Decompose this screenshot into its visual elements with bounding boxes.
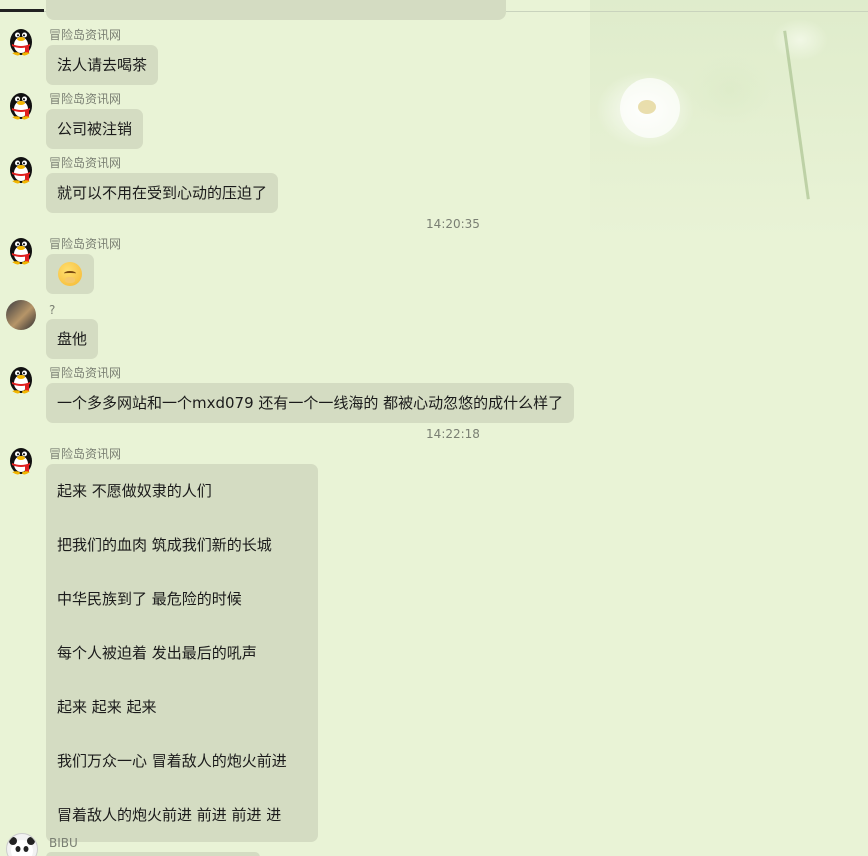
message-line: 我们万众一心 冒着敌人的炮火前进 [57, 752, 287, 770]
sender-name: 冒险岛资讯网 [49, 237, 122, 251]
sender-name: 冒险岛资讯网 [49, 28, 122, 42]
message-bubble-partial [46, 0, 506, 20]
sender-name: 冒险岛资讯网 [49, 447, 122, 461]
message-line: 每个人被迫着 发出最后的吼声 [57, 644, 257, 662]
message-line: 起来 不愿做奴隶的人们 [57, 482, 212, 500]
message-line: 冒着敌人的炮火前进 前进 前进 进 [57, 806, 282, 824]
worried-face-emoji-icon [58, 262, 82, 286]
chat-background-art [590, 0, 868, 240]
timestamp: 14:22:18 [426, 427, 480, 441]
sender-name: 冒险岛资讯网 [49, 156, 122, 170]
qq-penguin-icon[interactable] [6, 154, 36, 184]
message-bubble[interactable]: 公司被注销 [46, 109, 144, 149]
qq-penguin-icon[interactable] [6, 90, 36, 120]
flower-decoration [620, 78, 680, 138]
qq-penguin-icon[interactable] [6, 364, 36, 394]
message-bubble[interactable]: 一个多多网站和一个mxd079 还有一个一线海的 都被心动忽悠的成什么样了 [46, 383, 575, 423]
user-avatar-photo[interactable] [6, 300, 36, 330]
message-bubble[interactable]: 法人请去喝茶 [46, 45, 159, 85]
sender-name: ? [49, 303, 56, 317]
qq-penguin-icon[interactable] [6, 26, 36, 56]
qq-penguin-icon[interactable] [6, 445, 36, 475]
message-line: 起来 起来 起来 [57, 698, 157, 716]
message-bubble[interactable] [46, 852, 260, 856]
sender-name: 冒险岛资讯网 [49, 366, 122, 380]
timestamp: 14:20:35 [426, 217, 480, 231]
message-bubble[interactable]: 盘他 [46, 319, 99, 359]
active-tab-indicator [0, 9, 44, 12]
message-bubble-multiline[interactable]: 起来 不愿做奴隶的人们 把我们的血肉 筑成我们新的长城 中华民族到了 最危险的时… [46, 464, 318, 842]
user-avatar-panda[interactable] [6, 833, 38, 856]
message-line: 把我们的血肉 筑成我们新的长城 [57, 536, 272, 554]
stem-decoration [783, 30, 810, 200]
message-line: 中华民族到了 最危险的时候 [57, 590, 242, 608]
sender-name: 冒险岛资讯网 [49, 92, 122, 106]
message-bubble[interactable]: 就可以不用在受到心动的压迫了 [46, 173, 279, 213]
message-bubble-emoji[interactable] [46, 254, 94, 294]
sender-name: BIBU [49, 836, 78, 850]
qq-penguin-icon[interactable] [6, 235, 36, 265]
flower-core-decoration [638, 100, 656, 114]
